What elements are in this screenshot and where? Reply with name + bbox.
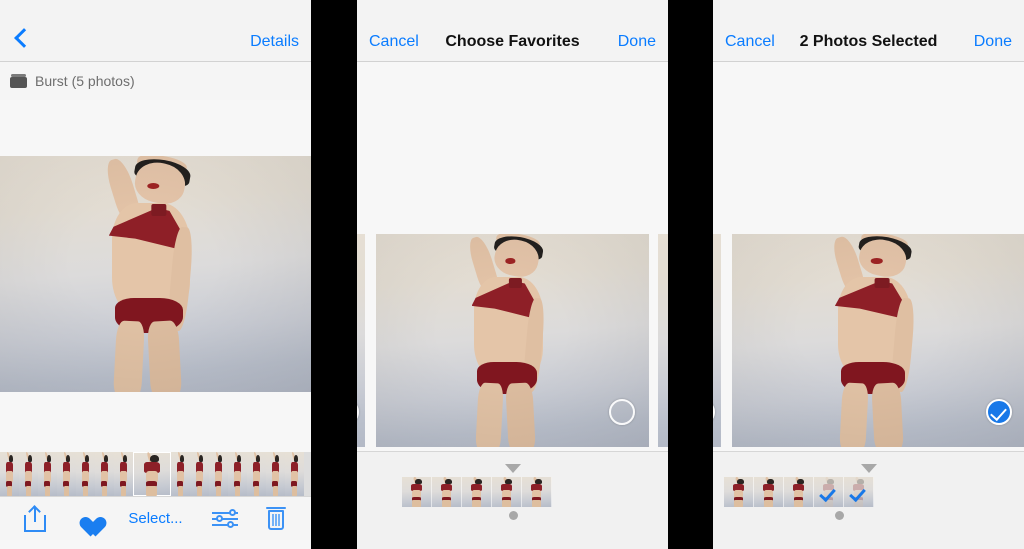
page-dot xyxy=(509,511,518,520)
navbar-viewer: Details xyxy=(0,0,311,62)
carousel-card-previous[interactable] xyxy=(713,234,721,447)
filmstrip-thumb[interactable] xyxy=(0,452,19,496)
filmstrip-thumb[interactable] xyxy=(190,452,209,496)
favorites-filmstrip-area xyxy=(357,451,668,549)
filmstrip-thumb[interactable] xyxy=(266,452,285,496)
chevron-left-icon xyxy=(12,28,30,46)
carousel-card-next[interactable] xyxy=(658,234,668,447)
filmstrip-thumb[interactable] xyxy=(38,452,57,496)
carousel-card-previous[interactable] xyxy=(357,234,365,447)
burst-stack-icon xyxy=(10,74,27,88)
trash-icon xyxy=(266,506,287,531)
burst-main-photo[interactable] xyxy=(0,156,311,392)
filmstrip-thumb[interactable] xyxy=(754,477,784,507)
screenshot-stage: Details Burst (5 photos) Select... Cance… xyxy=(0,0,1024,549)
navbar-choose-favorites: Cancel Choose Favorites Done xyxy=(357,0,668,62)
viewer-top-spacer xyxy=(0,100,311,156)
filmstrip-thumb[interactable] xyxy=(724,477,754,507)
filmstrip-thumb[interactable] xyxy=(76,452,95,496)
share-icon xyxy=(24,504,47,532)
done-button[interactable]: Done xyxy=(618,33,656,51)
circle-outline-icon[interactable] xyxy=(609,399,635,425)
delete-button[interactable] xyxy=(266,506,287,531)
burst-label: Burst (5 photos) xyxy=(35,73,135,89)
adjust-sliders-icon xyxy=(211,508,238,529)
filmstrip-thumb[interactable] xyxy=(247,452,266,496)
filmstrip-thumb[interactable] xyxy=(402,477,432,507)
filmstrip-thumb[interactable] xyxy=(114,452,133,496)
select-label: Select... xyxy=(128,510,183,527)
filmstrip-thumb[interactable] xyxy=(462,477,492,507)
filmstrip-thumb[interactable] xyxy=(814,477,844,507)
favorites-filmstrip[interactable] xyxy=(402,477,552,507)
filmstrip-thumb[interactable] xyxy=(133,452,171,496)
filmstrip-thumb[interactable] xyxy=(844,477,874,507)
back-button[interactable] xyxy=(12,28,30,51)
navbar-photos-selected: Cancel 2 Photos Selected Done xyxy=(713,0,1024,62)
cancel-button[interactable]: Cancel xyxy=(725,33,775,51)
selected-filmstrip[interactable] xyxy=(724,477,874,507)
carousel-card-current[interactable] xyxy=(732,234,1024,447)
filmstrip-thumb[interactable] xyxy=(209,452,228,496)
current-position-caret xyxy=(861,464,877,473)
selected-filmstrip-area xyxy=(713,451,1024,549)
filmstrip-thumb[interactable] xyxy=(171,452,190,496)
filmstrip-thumb[interactable] xyxy=(522,477,552,507)
current-position-caret xyxy=(505,464,521,473)
share-button[interactable] xyxy=(24,504,47,532)
viewer-bottom-spacer xyxy=(0,392,311,452)
viewer-toolbar: Select... xyxy=(0,496,311,540)
select-button[interactable]: Select... xyxy=(128,510,182,527)
burst-info-bar[interactable]: Burst (5 photos) xyxy=(0,62,311,100)
heart-filled-icon xyxy=(75,508,99,530)
cancel-button[interactable]: Cancel xyxy=(369,33,419,51)
photo-carousel[interactable] xyxy=(713,62,1024,451)
check-circle-filled-icon[interactable] xyxy=(986,399,1012,425)
panel-choose-favorites: Cancel Choose Favorites Done xyxy=(357,0,668,549)
filmstrip-thumb[interactable] xyxy=(19,452,38,496)
done-button[interactable]: Done xyxy=(974,33,1012,51)
filmstrip-thumb[interactable] xyxy=(432,477,462,507)
panel-burst-viewer: Details Burst (5 photos) Select... xyxy=(0,0,311,549)
carousel-card-current[interactable] xyxy=(376,234,649,447)
filmstrip-thumb[interactable] xyxy=(492,477,522,507)
adjust-button[interactable] xyxy=(211,508,238,529)
details-button[interactable]: Details xyxy=(250,33,299,51)
panel-photos-selected: Cancel 2 Photos Selected Done xyxy=(713,0,1024,549)
page-dot xyxy=(835,511,844,520)
filmstrip-thumb[interactable] xyxy=(285,452,304,496)
favorite-button[interactable] xyxy=(75,508,99,530)
burst-filmstrip[interactable] xyxy=(0,452,311,496)
filmstrip-thumb[interactable] xyxy=(228,452,247,496)
filmstrip-thumb[interactable] xyxy=(784,477,814,507)
filmstrip-thumb[interactable] xyxy=(57,452,76,496)
filmstrip-thumb[interactable] xyxy=(95,452,114,496)
photo-carousel[interactable] xyxy=(357,62,668,451)
